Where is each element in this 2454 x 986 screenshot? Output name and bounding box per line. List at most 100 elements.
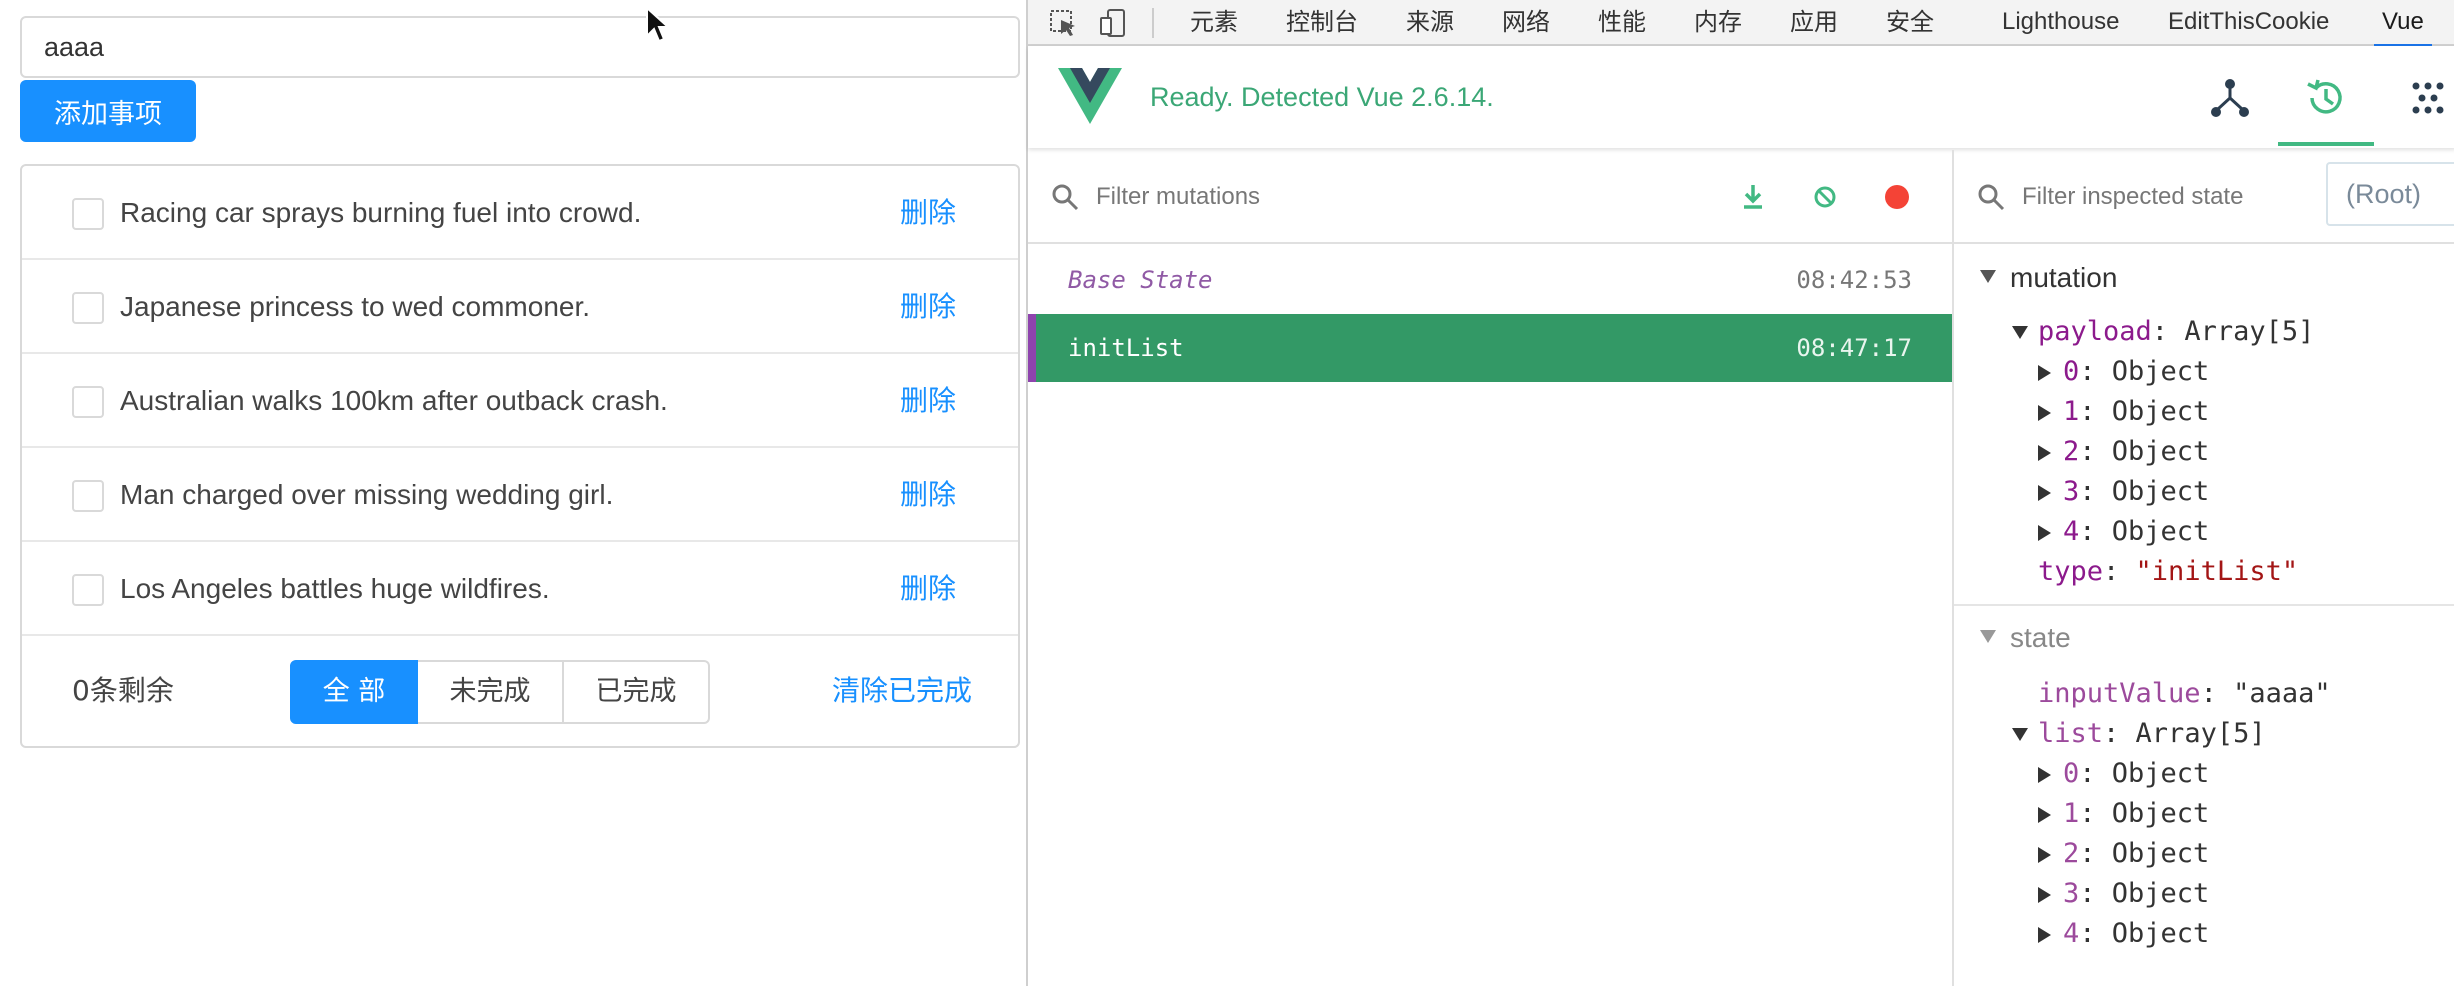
tab-performance[interactable]: 性能 [1598,0,1646,44]
tab-memory[interactable]: 内存 [1694,0,1742,44]
vuex-history-icon[interactable] [2304,76,2348,120]
input-value-node: inputValue: "aaaa" [2038,678,2331,709]
todo-item: Los Angeles battles huge wildfires. 删除 [22,542,1018,636]
filter-completed-button[interactable]: 已完成 [564,660,710,724]
payload-item[interactable]: 0: Object [2038,352,2209,392]
payload-item[interactable]: 4: Object [2038,512,2209,552]
section-divider [1954,604,2454,606]
expand-triangle-icon [2012,728,2028,741]
todo-input[interactable]: aaaa [20,16,1020,78]
tab-elements[interactable]: 元素 [1190,0,1238,44]
todo-item: Man charged over missing wedding girl. 删… [22,448,1018,542]
expand-arrow-icon [2038,846,2051,863]
list-item[interactable]: 4: Object [2038,914,2209,954]
delete-link[interactable]: 删除 [900,448,956,542]
todo-checkbox[interactable] [72,198,104,230]
root-select[interactable]: (Root) [2326,162,2454,226]
mutation-row-base-state[interactable]: Base State 08:42:53 [1028,246,1952,314]
clear-completed-link[interactable]: 清除已完成 [832,636,972,746]
list-item[interactable]: 0: Object [2038,754,2209,794]
devtools-tabbar: 元素 控制台 来源 网络 性能 内存 应用 安全 Lighthouse Edit… [1028,0,2454,47]
tab-application[interactable]: 应用 [1790,0,1838,44]
input-value-key: inputValue [2038,678,2201,709]
add-item-button[interactable]: 添加事项 [20,80,196,142]
vue-status-text: Ready. Detected Vue 2.6.14. [1150,82,1494,112]
item-index: 1 [2063,396,2080,427]
state-section-header[interactable]: state [1954,608,2454,668]
todo-checkbox[interactable] [72,480,104,512]
state-section-label: state [2010,622,2071,653]
todo-list: Racing car sprays burning fuel into crow… [20,164,1020,748]
item-type: Object [2111,758,2210,789]
tab-editthiscookie[interactable]: EditThisCookie [2168,0,2329,44]
vue-logo-icon [1058,68,1122,124]
payload-item[interactable]: 3: Object [2038,472,2209,512]
mutation-filter-input[interactable]: Filter mutations [1096,150,1260,244]
components-tree-icon[interactable] [2208,76,2252,120]
payload-node[interactable]: payload: Array[5] [2012,312,2314,352]
todo-checkbox[interactable] [72,574,104,606]
mutation-name: Base State [1068,266,1213,294]
vue-devtools-header: Ready. Detected Vue 2.6.14. [1028,46,2454,148]
delete-link[interactable]: 删除 [900,166,956,260]
device-toggle-icon[interactable] [1098,8,1128,38]
expand-arrow-icon [2038,524,2051,541]
mutation-name: initList [1068,334,1184,362]
item-index: 1 [2063,798,2080,829]
todo-app: aaaa 添加事项 Racing car sprays burning fuel… [0,0,1026,986]
list-item[interactable]: 1: Object [2038,794,2209,834]
mutation-section-header[interactable]: mutation [1954,248,2454,308]
filter-segment: 全 部 未完成 已完成 [290,660,710,724]
events-grid-icon[interactable] [2406,76,2450,120]
filter-active-button[interactable]: 未完成 [418,660,564,724]
state-inspector-pane: Filter inspected state (Root) mutation p… [1954,150,2454,986]
expand-arrow-icon [2038,806,2051,823]
item-index: 2 [2063,436,2080,467]
list-item[interactable]: 2: Object [2038,834,2209,874]
revert-all-icon[interactable] [1808,180,1842,214]
delete-link[interactable]: 删除 [900,354,956,448]
devtools-panel: 元素 控制台 来源 网络 性能 内存 应用 安全 Lighthouse Edit… [1026,0,2454,986]
mouse-cursor-icon [646,6,671,43]
delete-link[interactable]: 删除 [900,260,956,354]
item-index: 3 [2063,878,2080,909]
tab-network[interactable]: 网络 [1502,0,1550,44]
item-index: 0 [2063,356,2080,387]
collapse-triangle-icon [1980,630,1996,643]
list-node[interactable]: list: Array[5] [2012,714,2266,754]
payload-item[interactable]: 2: Object [2038,432,2209,472]
todo-checkbox[interactable] [72,292,104,324]
mutation-filter-bar: Filter mutations [1028,150,1954,244]
record-icon[interactable] [1880,180,1914,214]
filter-all-button[interactable]: 全 部 [290,660,418,724]
state-filter-input[interactable]: Filter inspected state [2022,150,2243,244]
todo-text: Los Angeles battles huge wildfires. [120,573,550,604]
tab-console[interactable]: 控制台 [1286,0,1358,44]
item-index: 0 [2063,758,2080,789]
list-key: list [2038,718,2104,749]
item-type: Object [2111,436,2210,467]
payload-item[interactable]: 1: Object [2038,392,2209,432]
item-type: Object [2111,918,2210,949]
tab-sources[interactable]: 来源 [1406,0,1454,44]
item-index: 4 [2063,516,2080,547]
list-item[interactable]: 3: Object [2038,874,2209,914]
mutation-time: 08:47:17 [1796,334,1912,362]
commit-all-download-icon[interactable] [1736,180,1770,214]
tab-vue[interactable]: Vue [2374,0,2432,47]
toolbar-divider [1152,8,1154,38]
expand-arrow-icon [2038,766,2051,783]
expand-arrow-icon [2038,926,2051,943]
input-value-value: "aaaa" [2233,678,2331,709]
expand-triangle-icon [2012,326,2028,339]
tab-lighthouse[interactable]: Lighthouse [2002,0,2119,44]
tab-security[interactable]: 安全 [1886,0,1934,44]
todo-checkbox[interactable] [72,386,104,418]
payload-key: payload [2038,316,2152,347]
mutation-row-initlist[interactable]: initList 08:47:17 [1028,314,1952,382]
delete-link[interactable]: 删除 [900,542,956,636]
inspect-element-icon[interactable] [1048,8,1078,38]
item-type: Object [2111,838,2210,869]
expand-arrow-icon [2038,404,2051,421]
item-type: Object [2111,476,2210,507]
